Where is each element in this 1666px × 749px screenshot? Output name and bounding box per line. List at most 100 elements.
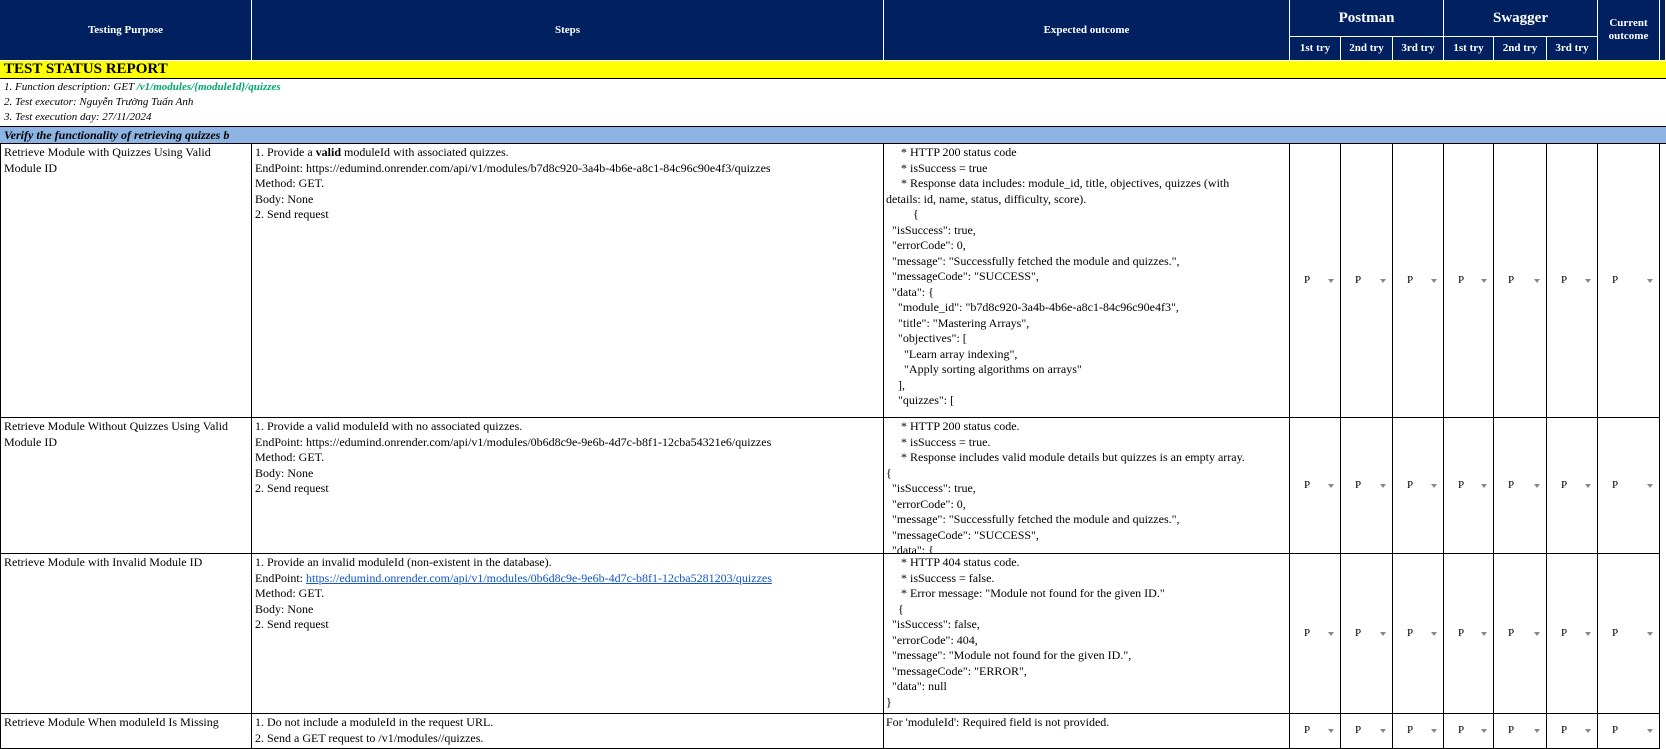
dropdown-arrow-icon[interactable] [1380, 631, 1386, 636]
dropdown-arrow-icon[interactable] [1481, 483, 1487, 488]
dropdown-arrow-icon[interactable] [1328, 631, 1334, 636]
dropdown-arrow-icon[interactable] [1585, 729, 1591, 733]
result-value: P [1458, 724, 1465, 737]
section-header[interactable]: Verify the functionality of retrieving q… [0, 126, 1666, 144]
function-description[interactable]: 1. Function description: GET /v1/modules… [0, 80, 1666, 94]
result-value: P [1508, 724, 1515, 737]
row-3-endpoint: EndPoint: https://edumind.onrender.com/a… [255, 570, 772, 585]
test-execution-day[interactable]: 3. Test execution day: 27/11/2024 [0, 110, 1666, 124]
header-testing-purpose[interactable]: Testing Purpose [0, 0, 252, 61]
row-2-expected[interactable]: * HTTP 200 status code. * isSuccess = tr… [884, 418, 1290, 554]
row-4-purpose[interactable]: Retrieve Module When moduleId Is Missing [0, 714, 252, 749]
result-dropdown[interactable]: P [1341, 554, 1393, 714]
dropdown-arrow-icon[interactable] [1647, 729, 1653, 733]
row-2-steps[interactable]: 1. Provide a valid moduleId with no asso… [252, 418, 884, 554]
report-title[interactable]: TEST STATUS REPORT [0, 61, 1666, 79]
result-dropdown[interactable]: P [1598, 714, 1660, 749]
result-dropdown[interactable]: P [1598, 418, 1660, 554]
row-3-step-1: 1. Provide an invalid moduleId (non-exis… [255, 555, 552, 569]
row-1-expected[interactable]: * HTTP 200 status code * isSuccess = tru… [884, 144, 1290, 418]
header-swagger-try-2[interactable]: 2nd try [1494, 37, 1547, 61]
dropdown-arrow-icon[interactable] [1431, 729, 1437, 733]
row-3-endpoint-link[interactable]: https://edumind.onrender.com/api/v1/modu… [306, 571, 772, 585]
header-expected-outcome[interactable]: Expected outcome [884, 0, 1290, 61]
dropdown-arrow-icon[interactable] [1328, 729, 1334, 733]
row-4-steps[interactable]: 1. Do not include a moduleId in the requ… [252, 714, 884, 749]
row-1-body: Body: None [255, 191, 314, 206]
dropdown-arrow-icon[interactable] [1328, 278, 1334, 283]
header-postman-try-2[interactable]: 2nd try [1341, 37, 1393, 61]
row-2-endpoint: EndPoint: https://edumind.onrender.com/a… [255, 434, 772, 449]
result-dropdown[interactable]: P [1290, 144, 1341, 418]
row-2-method: Method: GET. [255, 450, 325, 464]
dropdown-arrow-icon[interactable] [1585, 483, 1591, 488]
test-executor[interactable]: 2. Test executor: Nguyễn Trường Tuấn Anh [0, 95, 1666, 109]
result-dropdown[interactable]: P [1341, 714, 1393, 749]
header-steps[interactable]: Steps [252, 0, 884, 61]
result-dropdown[interactable]: P [1341, 144, 1393, 418]
result-dropdown[interactable]: P [1393, 144, 1444, 418]
result-dropdown[interactable]: P [1290, 554, 1341, 714]
dropdown-arrow-icon[interactable] [1585, 631, 1591, 636]
result-dropdown[interactable]: P [1393, 418, 1444, 554]
row-3-purpose[interactable]: Retrieve Module with Invalid Module ID [0, 554, 252, 714]
result-dropdown[interactable]: P [1598, 554, 1660, 714]
result-dropdown[interactable]: P [1547, 714, 1598, 749]
result-dropdown[interactable]: P [1494, 714, 1547, 749]
result-dropdown[interactable]: P [1547, 418, 1598, 554]
row-4-expected[interactable]: For 'moduleId': Required field is not pr… [884, 714, 1290, 749]
dropdown-arrow-icon[interactable] [1481, 278, 1487, 283]
result-value: P [1304, 724, 1311, 737]
result-value: P [1561, 478, 1568, 491]
header-postman[interactable]: Postman [1290, 0, 1444, 37]
header-swagger-try-1[interactable]: 1st try [1444, 37, 1494, 61]
result-dropdown[interactable]: P [1444, 418, 1494, 554]
header-current-outcome[interactable]: Current outcome [1598, 0, 1660, 61]
result-dropdown[interactable]: P [1598, 144, 1660, 418]
header-swagger-try-3[interactable]: 3rd try [1547, 37, 1598, 61]
dropdown-arrow-icon[interactable] [1431, 631, 1437, 636]
dropdown-arrow-icon[interactable] [1647, 631, 1653, 636]
dropdown-arrow-icon[interactable] [1380, 278, 1386, 283]
result-dropdown[interactable]: P [1444, 714, 1494, 749]
row-2-purpose[interactable]: Retrieve Module Without Quizzes Using Va… [0, 418, 252, 554]
result-value: P [1355, 724, 1362, 737]
row-2-step-1: 1. Provide a valid moduleId with no asso… [255, 419, 523, 433]
dropdown-arrow-icon[interactable] [1431, 483, 1437, 488]
row-1-steps[interactable]: 1. Provide a valid moduleId with associa… [252, 144, 884, 418]
result-dropdown[interactable]: P [1393, 714, 1444, 749]
result-dropdown[interactable]: P [1444, 554, 1494, 714]
dropdown-arrow-icon[interactable] [1380, 483, 1386, 488]
header-postman-try-1[interactable]: 1st try [1290, 37, 1341, 61]
result-dropdown[interactable]: P [1547, 144, 1598, 418]
result-dropdown[interactable]: P [1494, 418, 1547, 554]
result-dropdown[interactable]: P [1341, 418, 1393, 554]
dropdown-arrow-icon[interactable] [1481, 631, 1487, 636]
row-3-expected[interactable]: * HTTP 404 status code. * isSuccess = fa… [884, 554, 1290, 714]
result-dropdown[interactable]: P [1494, 144, 1547, 418]
dropdown-arrow-icon[interactable] [1481, 729, 1487, 733]
header-swagger[interactable]: Swagger [1444, 0, 1598, 37]
result-dropdown[interactable]: P [1393, 554, 1444, 714]
header-postman-try-3[interactable]: 3rd try [1393, 37, 1444, 61]
row-3-steps[interactable]: 1. Provide an invalid moduleId (non-exis… [252, 554, 884, 714]
result-dropdown[interactable]: P [1547, 554, 1598, 714]
dropdown-arrow-icon[interactable] [1534, 278, 1540, 283]
dropdown-arrow-icon[interactable] [1431, 278, 1437, 283]
result-value: P [1508, 626, 1515, 639]
dropdown-arrow-icon[interactable] [1647, 483, 1653, 488]
dropdown-arrow-icon[interactable] [1534, 729, 1540, 733]
header-next-column[interactable] [1660, 0, 1666, 61]
result-dropdown[interactable]: P [1494, 554, 1547, 714]
result-dropdown[interactable]: P [1290, 714, 1341, 749]
result-dropdown[interactable]: P [1290, 418, 1341, 554]
dropdown-arrow-icon[interactable] [1647, 278, 1653, 283]
dropdown-arrow-icon[interactable] [1585, 278, 1591, 283]
dropdown-arrow-icon[interactable] [1534, 483, 1540, 488]
dropdown-arrow-icon[interactable] [1534, 631, 1540, 636]
dropdown-arrow-icon[interactable] [1380, 729, 1386, 733]
row-1-purpose[interactable]: Retrieve Module with Quizzes Using Valid… [0, 144, 252, 418]
row-1-step-1: 1. Provide a valid moduleId with associa… [255, 145, 509, 159]
dropdown-arrow-icon[interactable] [1328, 483, 1334, 488]
result-dropdown[interactable]: P [1444, 144, 1494, 418]
